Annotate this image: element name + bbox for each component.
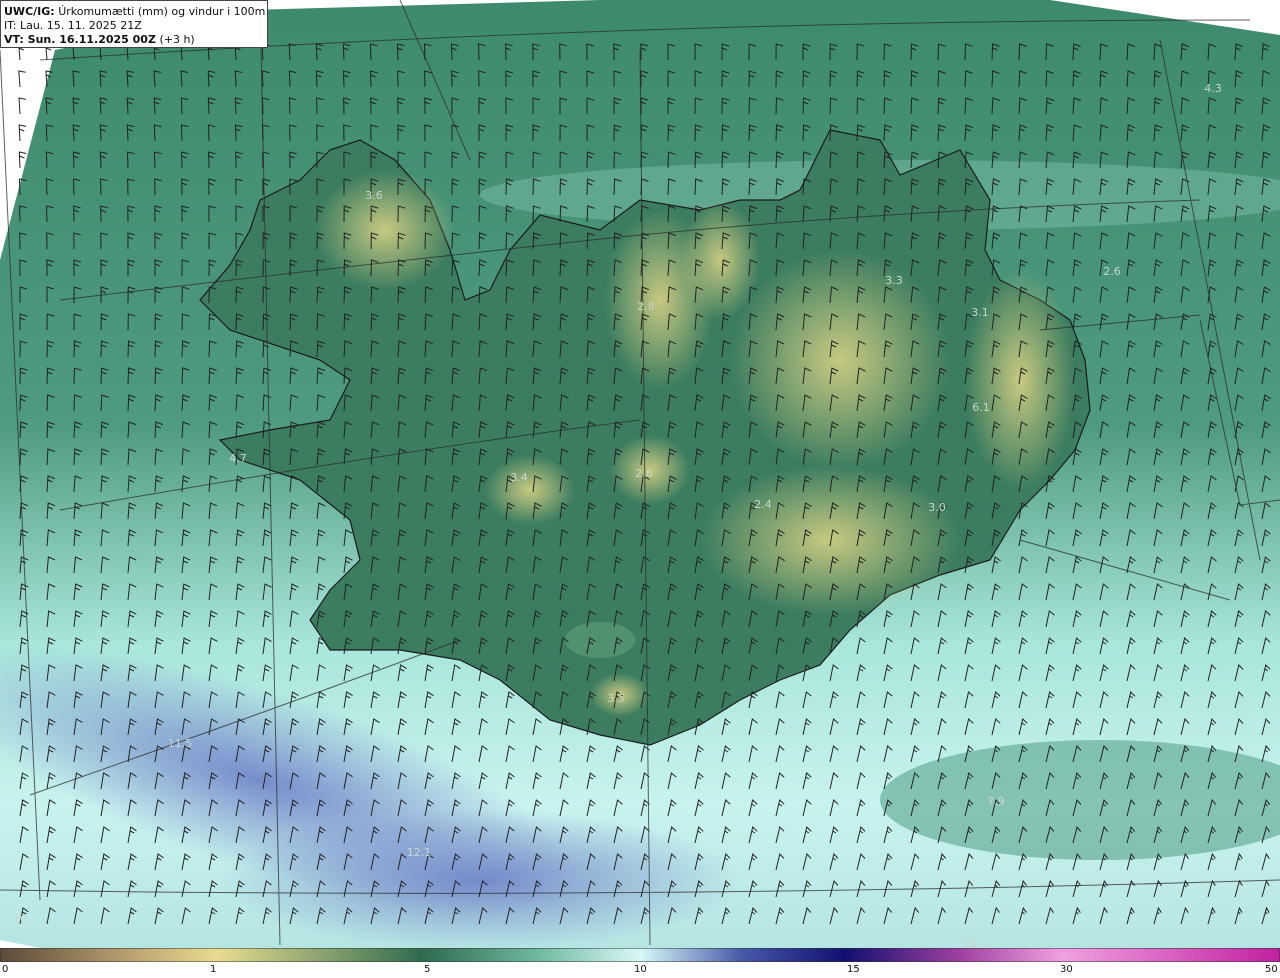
colorbar-tick: 5 <box>424 964 431 975</box>
weather-map[interactable]: 4.3 3.6 2.6 3.3 3.1 2.8 6.1 4.7 3.4 2.6 … <box>0 0 1280 948</box>
colorbar-tick: 50 <box>1265 964 1278 975</box>
value-label: 3.3 <box>885 274 903 287</box>
eyjafjallajokull <box>565 622 635 658</box>
valid-time: VT: Sun. 16.11.2025 00Z <box>4 33 156 46</box>
issue-time: IT: Lau. 15. 11. 2025 21Z <box>4 19 142 32</box>
value-label: 3.6 <box>365 189 383 202</box>
langjokull <box>485 455 575 525</box>
colorbar <box>0 948 1280 962</box>
highland-ne <box>730 250 950 470</box>
colorbar-tick: 10 <box>634 964 647 975</box>
value-label: 10 <box>963 937 977 948</box>
product-name: UWC/IG: <box>4 5 55 18</box>
value-label: 12.1 <box>407 846 432 859</box>
valid-offset: (+3 h) <box>159 33 195 46</box>
value-label: 3.4 <box>510 471 528 484</box>
value-label: 3.5 <box>607 692 625 705</box>
colorbar-tick: 30 <box>1060 964 1073 975</box>
value-label: 11.5 <box>168 737 193 750</box>
value-label: 2.6 <box>635 467 653 480</box>
title-line: UWC/IG: Úrkomumætti (mm) og vindur i 100… <box>4 5 267 19</box>
value-label: 2.4 <box>754 498 772 511</box>
map-title-box: UWC/IG: Úrkomumætti (mm) og vindur i 100… <box>0 0 268 48</box>
product-description: Úrkomumætti (mm) og vindur i 100m hæð <box>58 5 267 18</box>
colorbar-tick: 15 <box>847 964 860 975</box>
vatnajokull <box>700 465 960 615</box>
colorbar-ticks: 0 1 5 10 15 30 50 <box>0 962 1280 978</box>
value-label: 6.1 <box>972 401 990 414</box>
westfjords-highland <box>315 170 455 290</box>
colorbar-tick: 0 <box>2 964 9 975</box>
value-label: 4.3 <box>1204 82 1222 95</box>
value-label: 3.0 <box>928 501 946 514</box>
value-label: 10 <box>13 913 27 926</box>
colorbar-tick: 1 <box>210 964 217 975</box>
value-label: 2.6 <box>1103 265 1121 278</box>
value-label: 3.1 <box>971 306 989 319</box>
value-label: 2.8 <box>637 300 655 313</box>
value-label: 7.9 <box>987 795 1005 808</box>
valid-time-line: VT: Sun. 16.11.2025 00Z (+3 h) <box>4 33 264 47</box>
value-label: 4.7 <box>229 452 247 465</box>
map-view: 4.3 3.6 2.6 3.3 3.1 2.8 6.1 4.7 3.4 2.6 … <box>0 0 1280 978</box>
